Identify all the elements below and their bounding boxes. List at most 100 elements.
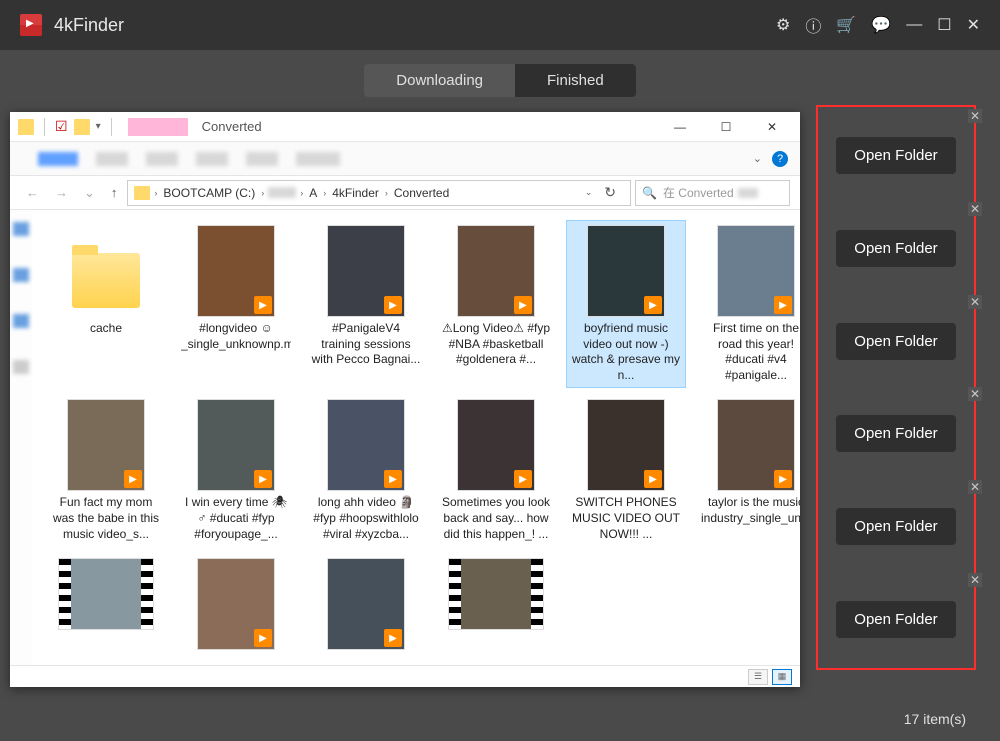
play-icon: ▶ — [254, 629, 272, 647]
sidebar-item[interactable] — [13, 314, 29, 328]
file-item[interactable]: ▶ Sometimes you look back and say... how … — [436, 394, 556, 547]
card-close-button[interactable]: ✕ — [968, 387, 982, 401]
ribbon-item[interactable] — [38, 152, 78, 166]
file-item[interactable]: ▶First time on the road this year! #duca… — [696, 220, 800, 388]
download-card: ✕ Open Folder — [822, 482, 970, 571]
download-card: ✕ Open Folder — [822, 204, 970, 293]
ribbon-item[interactable] — [296, 152, 340, 166]
minimize-icon[interactable]: — — [906, 16, 922, 34]
card-close-button[interactable]: ✕ — [968, 295, 982, 309]
video-thumbnail: ▶ — [457, 399, 535, 491]
sidebar-item[interactable] — [13, 268, 29, 282]
play-icon: ▶ — [644, 296, 662, 314]
card-close-button[interactable]: ✕ — [968, 202, 982, 216]
video-thumbnail: ▶ — [67, 399, 145, 491]
nav-forward-button[interactable]: → — [49, 181, 74, 204]
play-icon: ▶ — [514, 470, 532, 488]
explorer-minimize-button[interactable]: — — [660, 113, 700, 141]
file-label: First time on the road this year! #ducat… — [701, 321, 800, 383]
file-item[interactable]: ▶ taylor is the music industry_single_unk… — [696, 394, 800, 547]
file-item[interactable]: ▶long ahh video 🗿 #fyp #hoopswithlolo #v… — [306, 394, 426, 547]
open-folder-button[interactable]: Open Folder — [836, 230, 955, 267]
ribbon-item[interactable] — [146, 152, 178, 166]
breadcrumb-segment[interactable]: A — [307, 186, 319, 200]
file-label: taylor is the music industry_single_unkn… — [701, 495, 800, 526]
file-label: I win every time 🕷♂ #ducati #fyp #foryou… — [181, 495, 291, 542]
open-folder-panel: ✕ Open Folder ✕ Open Folder ✕ Open Folde… — [816, 105, 976, 670]
card-close-button[interactable]: ✕ — [968, 480, 982, 494]
close-icon[interactable]: ✕ — [967, 15, 980, 35]
info-icon[interactable]: ⓘ — [805, 13, 821, 37]
file-item[interactable]: ▶ — [176, 553, 296, 659]
card-close-button[interactable]: ✕ — [968, 109, 982, 123]
play-icon: ▶ — [774, 470, 792, 488]
file-item[interactable]: ▶ — [306, 553, 426, 659]
play-icon: ▶ — [384, 470, 402, 488]
file-item[interactable]: ▶I win every time 🕷♂ #ducati #fyp #foryo… — [176, 394, 296, 547]
ribbon-item[interactable] — [96, 152, 128, 166]
refresh-icon[interactable]: ↻ — [596, 184, 624, 201]
nav-recent-icon[interactable]: ⌄ — [78, 181, 101, 205]
file-item[interactable] — [436, 553, 556, 659]
video-thumbnail — [448, 558, 544, 630]
file-item[interactable]: ▶#PanigaleV4 training sessions with Pecc… — [306, 220, 426, 388]
explorer-statusbar: ☰ ▦ — [10, 665, 800, 687]
search-input[interactable]: 🔍 在 Converted — [635, 180, 790, 206]
help-icon[interactable]: ? — [772, 151, 788, 167]
file-item[interactable]: ▶⚠Long Video⚠ #fyp #NBA #basketball #gol… — [436, 220, 556, 388]
chevron-down-icon[interactable]: ⌄ — [753, 152, 762, 165]
open-folder-button[interactable]: Open Folder — [836, 415, 955, 452]
explorer-close-button[interactable]: ✕ — [752, 113, 792, 141]
video-thumbnail: ▶ — [197, 225, 275, 317]
tab-downloading[interactable]: Downloading — [364, 64, 515, 97]
open-folder-button[interactable]: Open Folder — [836, 508, 955, 545]
explorer-window: ☑ ▾ Converted — ☐ ✕ ⌄ ? ← — [10, 112, 800, 687]
explorer-window-title: Converted — [202, 119, 262, 134]
nav-up-button[interactable]: ↑ — [105, 181, 124, 204]
check-icon[interactable]: ☑ — [55, 118, 68, 135]
file-item[interactable]: ▶SWITCH PHONES MUSIC VIDEO OUT NOW!!! ..… — [566, 394, 686, 547]
nav-back-button[interactable]: ← — [20, 181, 45, 204]
video-thumbnail: ▶ — [457, 225, 535, 317]
cart-icon[interactable]: 🛒 — [836, 15, 856, 35]
file-item[interactable]: ▶ boyfriend music video out now -) watch … — [566, 220, 686, 388]
open-folder-button[interactable]: Open Folder — [836, 323, 955, 360]
file-item[interactable]: ▶Fun fact my mom was the babe in this mu… — [46, 394, 166, 547]
breadcrumb[interactable]: › BOOTCAMP (C:) › › A › 4kFinder › Conve… — [127, 180, 631, 206]
view-thumbnails-button[interactable]: ▦ — [772, 669, 792, 685]
sidebar-item[interactable] — [13, 360, 29, 374]
ribbon-item[interactable] — [246, 152, 278, 166]
tab-finished[interactable]: Finished — [515, 64, 636, 97]
chevron-down-icon[interactable]: ⌄ — [585, 187, 593, 198]
explorer-active-tab[interactable] — [128, 118, 188, 136]
explorer-sidebar — [10, 210, 32, 665]
sidebar-item[interactable] — [13, 222, 29, 236]
search-icon: 🔍 — [642, 186, 657, 200]
folder-icon[interactable] — [74, 119, 90, 135]
file-label: #longvideo ☺_single_unknownp.mp4 — [181, 321, 291, 352]
explorer-maximize-button[interactable]: ☐ — [706, 113, 746, 141]
ribbon-item[interactable] — [196, 152, 228, 166]
feedback-icon[interactable]: 💬 — [871, 15, 891, 35]
settings-icon[interactable]: ⚙ — [776, 15, 790, 35]
open-folder-button[interactable]: Open Folder — [836, 601, 955, 638]
item-count-label: 17 item(s) — [904, 711, 966, 727]
open-folder-button[interactable]: Open Folder — [836, 137, 955, 174]
card-close-button[interactable]: ✕ — [968, 573, 982, 587]
video-thumbnail: ▶ — [327, 558, 405, 650]
video-thumbnail: ▶ — [717, 225, 795, 317]
breadcrumb-blurred[interactable] — [268, 187, 296, 198]
breadcrumb-segment[interactable]: Converted — [392, 186, 451, 200]
view-details-button[interactable]: ☰ — [748, 669, 768, 685]
file-item[interactable] — [46, 553, 166, 659]
file-label: Sometimes you look back and say... how d… — [441, 495, 551, 542]
video-thumbnail: ▶ — [327, 225, 405, 317]
play-icon: ▶ — [124, 470, 142, 488]
folder-item[interactable]: cache — [46, 220, 166, 388]
dropdown-icon[interactable]: ▾ — [96, 121, 101, 132]
breadcrumb-segment[interactable]: 4kFinder — [330, 186, 381, 200]
breadcrumb-segment[interactable]: BOOTCAMP (C:) — [161, 186, 257, 200]
file-label: boyfriend music video out now -) watch &… — [571, 321, 681, 383]
file-item[interactable]: ▶ #longvideo ☺_single_unknownp.mp4 — [176, 220, 296, 388]
maximize-icon[interactable]: ☐ — [937, 15, 951, 35]
